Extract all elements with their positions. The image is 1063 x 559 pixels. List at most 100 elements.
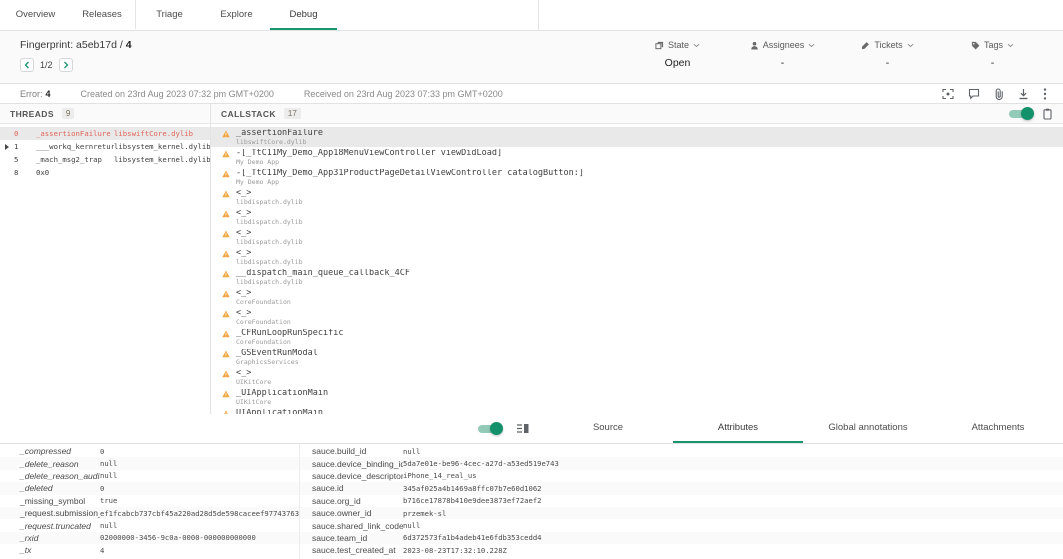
callstack-frame[interactable]: __dispatch_main_queue_callback_4CF libdi…	[211, 267, 1063, 287]
top-tab[interactable]: Explore	[203, 0, 270, 30]
attribute-key: _rxid	[0, 533, 100, 543]
attribute-row: _deleted 0	[0, 482, 299, 494]
attribute-row: _compressed 0	[0, 445, 299, 457]
warning-icon	[222, 330, 230, 338]
attribute-row: _tx 4	[0, 544, 299, 556]
tags-dropdown[interactable]: Tags -	[940, 40, 1045, 83]
top-tab[interactable]: Debug	[270, 0, 337, 30]
callstack-toggle[interactable]	[1007, 107, 1034, 120]
callstack-frame[interactable]: <_> libdispatch.dylib	[211, 227, 1063, 247]
callstack-frame[interactable]: -[_TtC11My_Demo_App31ProductPageDetailVi…	[211, 167, 1063, 187]
callstack-frame[interactable]: UIApplicationMain	[211, 407, 1063, 414]
frame-module: GraphicsServices	[236, 358, 318, 366]
thread-row[interactable]: 1 ___workq_kernreturn libsystem_kernel.d…	[0, 140, 210, 153]
warning-icon	[222, 130, 230, 138]
attribute-row: sauce.shared_link_code null	[300, 519, 1063, 531]
callstack-frame[interactable]: -[_TtC11My_Demo_App18MenuViewController …	[211, 147, 1063, 167]
callstack-frame[interactable]: <_> CoreFoundation	[211, 307, 1063, 327]
frame-function: _CFRunLoopRunSpecific	[236, 329, 343, 338]
frame-function: UIApplicationMain	[236, 409, 323, 414]
column-view-icon[interactable]	[516, 423, 529, 434]
next-page-button[interactable]	[59, 58, 73, 72]
clipboard-icon[interactable]	[1042, 108, 1053, 120]
attributes-toggle[interactable]	[476, 422, 503, 435]
callstack-frame[interactable]: _UIApplicationMain UIKitCore	[211, 387, 1063, 407]
attribute-value: 02000000-3456-9c0a-0000-000000000000	[100, 533, 299, 542]
top-tab-label: Explore	[220, 9, 252, 20]
chevron-down-icon	[808, 43, 815, 48]
attribute-row: sauce.team_id 6d372573fa1b4adeb41e6fdb35…	[300, 532, 1063, 544]
attribute-key: _tx	[0, 545, 100, 555]
attribute-value: true	[100, 496, 299, 505]
detail-tab[interactable]: Attachments	[933, 414, 1063, 443]
frame-function: <_>	[236, 189, 303, 198]
attribute-value: b716ce17878b410e9dee3873ef72aef2	[403, 496, 1063, 505]
thread-function: ___workq_kernreturn	[36, 142, 114, 151]
attribute-key: sauce.owner_id	[300, 508, 403, 518]
attribute-value: null	[403, 521, 1063, 530]
attribute-row: sauce.device_descriptor iPhone_14_real_u…	[300, 470, 1063, 482]
detail-tab[interactable]: Attributes	[673, 414, 803, 443]
download-icon[interactable]	[1018, 88, 1029, 100]
tickets-dropdown[interactable]: Tickets -	[835, 40, 940, 83]
detail-tab[interactable]: Global annotations	[803, 414, 933, 443]
state-icon	[655, 41, 664, 50]
chevron-down-icon	[907, 43, 914, 48]
callstack-frame[interactable]: <_> UIKitCore	[211, 367, 1063, 387]
attribute-value: 0	[100, 484, 299, 493]
top-tab-label: Releases	[82, 9, 122, 20]
attachment-icon[interactable]	[994, 88, 1004, 100]
warning-icon	[222, 410, 230, 414]
callstack-frame[interactable]: <_> libdispatch.dylib	[211, 207, 1063, 227]
attribute-row: sauce.owner_id przemek-sl	[300, 507, 1063, 519]
top-tab[interactable]: Overview	[2, 0, 69, 30]
warning-icon	[222, 310, 230, 318]
thread-row[interactable]: 8 0x0	[0, 166, 210, 179]
detail-tab-label: Source	[593, 422, 623, 433]
focus-icon[interactable]	[942, 88, 954, 100]
frame-module: CoreFoundation	[236, 338, 343, 346]
frame-function: <_>	[236, 309, 291, 318]
frame-function: -[_TtC11My_Demo_App31ProductPageDetailVi…	[236, 169, 584, 178]
attribute-key: _missing_symbol	[0, 496, 100, 506]
attribute-row: _request.submission_token ef1fcabcb737cb…	[0, 507, 299, 519]
frame-function: __dispatch_main_queue_callback_4CF	[236, 269, 410, 278]
debugger-window: Overview Releases Triage Explore Debug F…	[0, 0, 1063, 559]
thread-row[interactable]: 5 _mach_msg2_trap libsystem_kernel.dylib	[0, 153, 210, 166]
fingerprint-header: Fingerprint: a5eb17d / 4 1/2 State	[0, 31, 1063, 84]
callstack-frame[interactable]: <_> libdispatch.dylib	[211, 247, 1063, 267]
fingerprint-id: a5eb17d	[76, 39, 117, 51]
threads-panel: THREADS 9 0 _assertionFailure libswiftCo…	[0, 104, 211, 414]
comment-icon[interactable]	[968, 88, 980, 100]
warning-icon	[222, 250, 230, 258]
attribute-key: _delete_reason	[0, 459, 100, 469]
attribute-row: _delete_reason_audit null	[0, 470, 299, 482]
callstack-frame[interactable]: <_> CoreFoundation	[211, 287, 1063, 307]
chevron-right-icon	[63, 61, 69, 69]
top-tab-label: Overview	[16, 9, 56, 20]
detail-tab-label: Attachments	[972, 422, 1025, 433]
attribute-value: 0	[100, 447, 299, 456]
more-vertical-icon[interactable]	[1043, 88, 1047, 100]
top-tab[interactable]: Releases	[69, 0, 136, 30]
top-tab[interactable]: Triage	[136, 0, 203, 30]
callstack-frame[interactable]: _CFRunLoopRunSpecific CoreFoundation	[211, 327, 1063, 347]
frame-module: CoreFoundation	[236, 298, 291, 306]
attribute-value: null	[100, 471, 299, 480]
attribute-key: sauce.device_descriptor	[300, 471, 403, 481]
assignees-dropdown[interactable]: Assignees -	[730, 40, 835, 83]
tags-icon	[971, 41, 980, 50]
warning-icon	[222, 170, 230, 178]
attribute-key: sauce.test_created_at	[300, 545, 403, 555]
thread-row[interactable]: 0 _assertionFailure libswiftCore.dylib	[0, 127, 210, 140]
detail-tab[interactable]: Source	[543, 414, 673, 443]
error-bar: Error: 4 Created on 23rd Aug 2023 07:32 …	[0, 84, 1063, 104]
chevron-left-icon	[24, 61, 30, 69]
state-dropdown[interactable]: State Open	[625, 40, 730, 83]
attribute-key: _compressed	[0, 446, 100, 456]
prev-page-button[interactable]	[20, 58, 34, 72]
frame-module: UIKitCore	[236, 398, 328, 406]
callstack-frame[interactable]: <_> libdispatch.dylib	[211, 187, 1063, 207]
callstack-frame[interactable]: _assertionFailure libswiftCore.dylib	[211, 127, 1063, 147]
callstack-frame[interactable]: _GSEventRunModal GraphicsServices	[211, 347, 1063, 367]
